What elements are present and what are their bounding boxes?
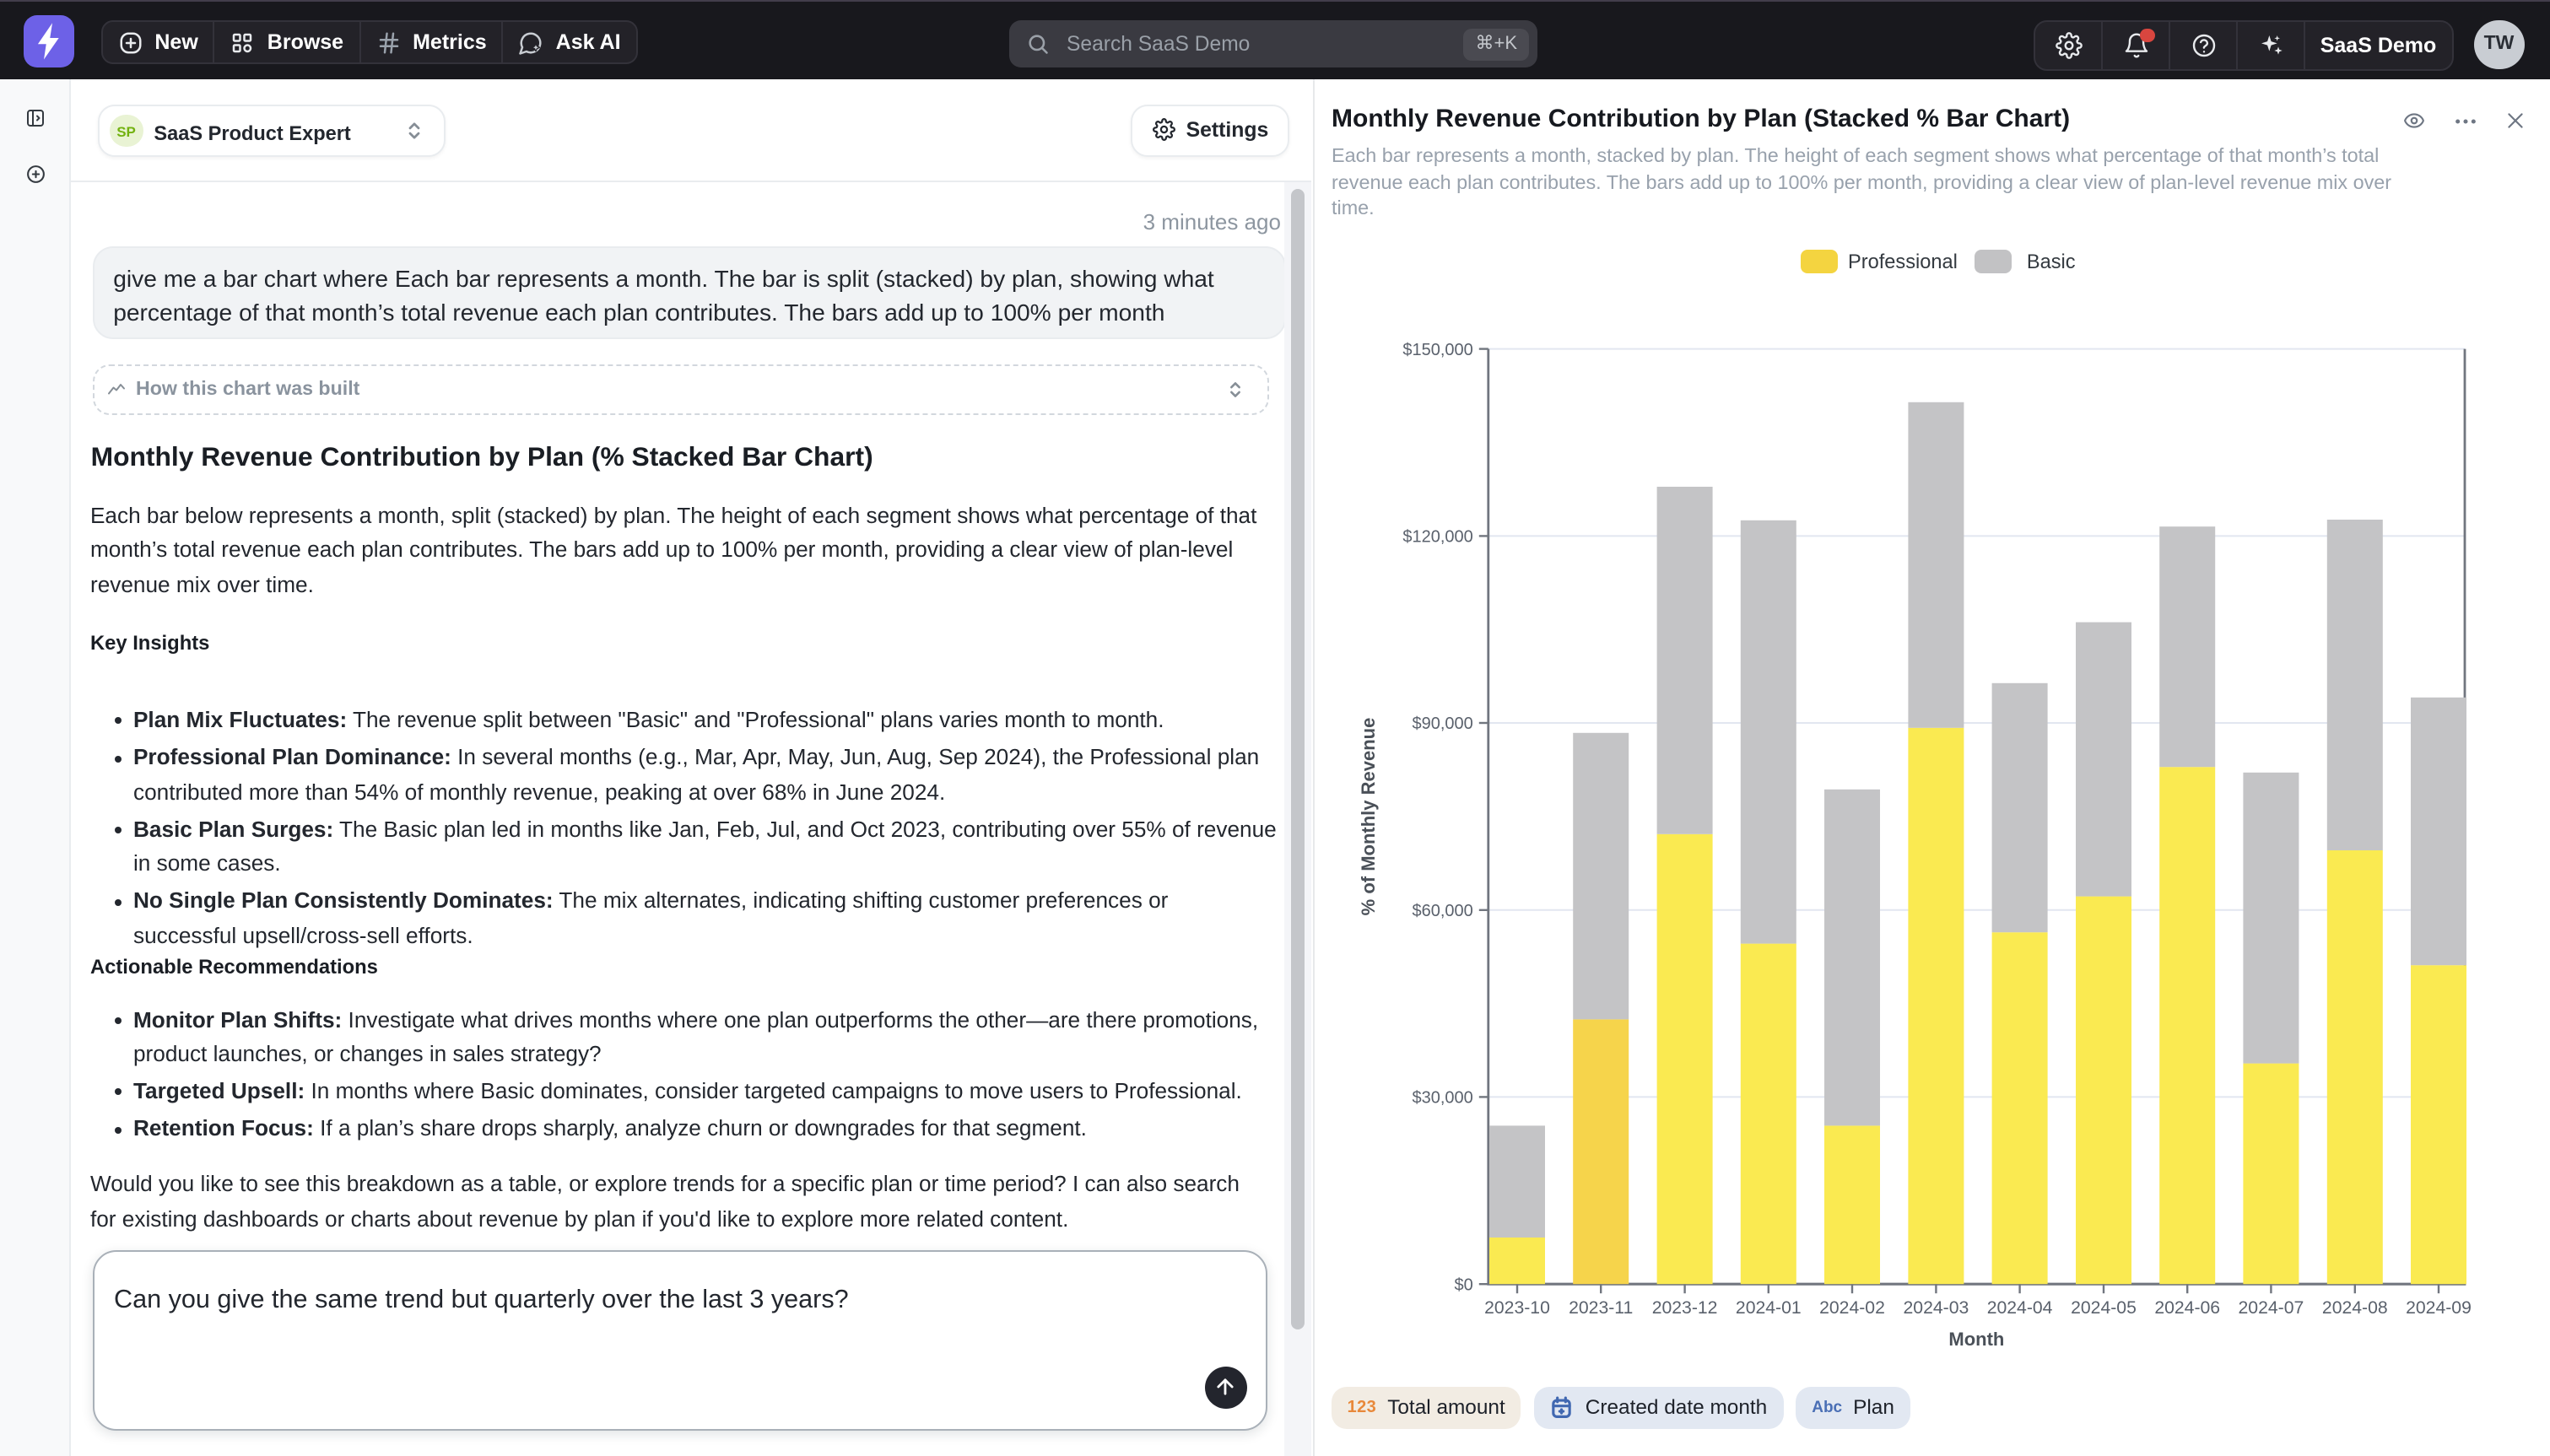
svg-text:$90,000: $90,000 — [1412, 714, 1472, 732]
svg-text:2024-06: 2024-06 — [2153, 1297, 2219, 1317]
svg-text:Month: Month — [1948, 1328, 2003, 1349]
svg-text:2024-09: 2024-09 — [2405, 1297, 2471, 1317]
svg-text:2024-07: 2024-07 — [2238, 1297, 2304, 1317]
svg-text:2023-10: 2023-10 — [1483, 1297, 1549, 1317]
svg-text:2024-03: 2024-03 — [1903, 1297, 1969, 1317]
svg-text:$60,000: $60,000 — [1412, 901, 1472, 919]
svg-text:$120,000: $120,000 — [1402, 527, 1472, 546]
svg-text:2024-04: 2024-04 — [1986, 1297, 2052, 1317]
svg-text:2023-12: 2023-12 — [1651, 1297, 1717, 1317]
svg-text:2024-01: 2024-01 — [1735, 1297, 1801, 1317]
svg-text:$30,000: $30,000 — [1412, 1088, 1472, 1107]
svg-text:2024-08: 2024-08 — [2321, 1297, 2387, 1317]
svg-text:% of Monthly Revenue: % of Monthly Revenue — [1357, 717, 1378, 915]
svg-text:$0: $0 — [1454, 1275, 1472, 1293]
svg-text:2024-05: 2024-05 — [2070, 1297, 2136, 1317]
svg-text:2023-11: 2023-11 — [1568, 1297, 1632, 1317]
svg-text:2024-02: 2024-02 — [1818, 1297, 1884, 1317]
svg-text:$150,000: $150,000 — [1402, 340, 1472, 359]
